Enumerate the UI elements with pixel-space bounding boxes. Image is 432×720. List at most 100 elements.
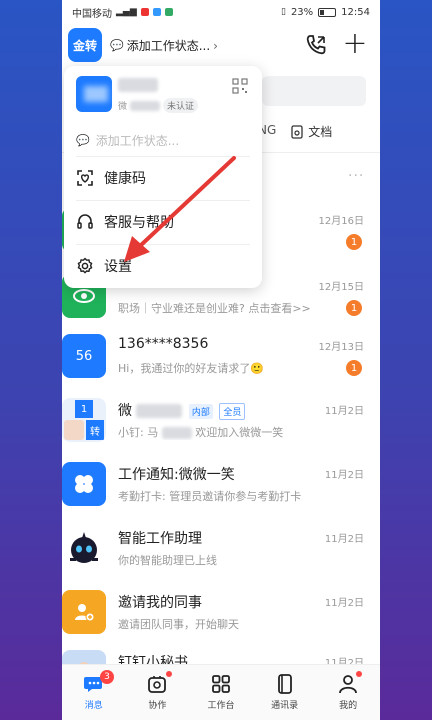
avatar <box>62 526 106 570</box>
add-status-link[interactable]: 💬 添加工作状态... › <box>110 37 218 54</box>
add-plus-icon[interactable]: + <box>342 29 368 59</box>
clock: 12:54 <box>341 6 370 18</box>
document-icon <box>291 124 303 139</box>
menu-settings[interactable]: 设置 <box>76 248 252 284</box>
status-placeholder: 添加工作状态... <box>95 134 180 148</box>
app-screen: 中国移动 ▂▄▆ ▯ 23% 12:54 金转 💬 添加工作状态... › + … <box>62 0 380 720</box>
chat-date: 12月13日 <box>318 342 364 353</box>
chat-bubble-icon: 💬 <box>110 39 124 52</box>
more-dots-icon[interactable]: ··· <box>348 168 364 184</box>
nav-label: 消息 <box>84 701 103 711</box>
avatar-cell: 1 <box>75 400 93 418</box>
add-status-label: 添加工作状态... <box>126 39 211 53</box>
chat-date: 11月2日 <box>324 534 364 545</box>
chat-date: 11月2日 <box>324 470 364 481</box>
chat-title: 工作通知:微微一笑 <box>118 467 235 483</box>
verify-badge: 未认证 <box>163 98 199 113</box>
redacted-text <box>161 427 192 439</box>
chat-item[interactable]: 邀请我的同事 邀请团队同事，开始聊天 11月2日 <box>62 582 380 646</box>
nav-dot <box>165 671 172 677</box>
nav-me[interactable]: 我的 <box>316 665 380 720</box>
chat-title: 邀请我的同事 <box>118 595 202 611</box>
top-bar: 金转 💬 添加工作状态... › + <box>62 28 380 64</box>
health-code-icon <box>77 170 93 186</box>
avatar: 56 <box>62 334 106 378</box>
account-popup: 微 未认证 💬 添加工作状态... 健康码 客服与帮助 设置 <box>64 66 262 288</box>
search-bar[interactable] <box>262 76 366 106</box>
shortcut-tabs: NG 文档 <box>258 123 332 140</box>
nav-badge: 3 <box>100 670 114 684</box>
menu-label: 客服与帮助 <box>104 215 174 231</box>
collaboration-icon <box>148 676 167 693</box>
tag-internal: 内部 <box>188 403 213 419</box>
nav-contacts[interactable]: 通讯录 <box>253 665 317 720</box>
avatar-cell <box>64 420 84 440</box>
robot-assistant-icon <box>70 532 98 563</box>
clover-icon <box>75 475 93 493</box>
nav-label: 工作台 <box>207 701 235 711</box>
app-icon <box>152 8 161 16</box>
nav-label: 我的 <box>339 701 358 711</box>
chat-subtitle: 考勤打卡: 管理员邀请你参与考勤打卡 <box>118 490 302 503</box>
status-bar: 中国移动 ▂▄▆ ▯ 23% 12:54 <box>62 0 380 24</box>
chat-subtitle: 邀请团队同事，开始聊天 <box>118 618 239 631</box>
chat-subtitle: 小钉: 马 欢迎加入微微一笑 <box>118 426 284 439</box>
app-icon <box>140 8 149 16</box>
redacted-name <box>118 78 158 92</box>
bottom-nav: 3 消息 协作 工作台 通讯录 我的 <box>62 664 380 720</box>
menu-health-code[interactable]: 健康码 <box>76 160 252 196</box>
carrier-label: 中国移动 <box>72 8 112 20</box>
chat-subtitle: 职场｜守业难还是创业难? 点击查看>> <box>118 302 311 315</box>
chat-date: 12月15日 <box>318 282 364 293</box>
chat-date: 11月2日 <box>324 406 364 417</box>
battery-percent: 23% <box>290 6 314 18</box>
group-avatar: 1 转 <box>62 398 106 442</box>
chat-item[interactable]: 56 136****8356 Hi，我通过你的好友请求了🙂 12月13日 1 <box>62 326 380 390</box>
chat-item[interactable]: 工作通知:微微一笑 考勤打卡: 管理员邀请你参与考勤打卡 11月2日 <box>62 454 380 518</box>
vibrate-icon: ▯ <box>280 7 286 17</box>
chevron-right-icon: › <box>213 38 218 53</box>
avatar-cell: 转 <box>86 420 104 440</box>
chat-item[interactable]: 智能工作助理 你的智能助理已上线 11月2日 <box>62 518 380 582</box>
chat-title: 智能工作助理 <box>118 531 202 547</box>
divider <box>76 200 250 201</box>
redacted-text <box>130 100 161 111</box>
divider <box>76 244 250 245</box>
chat-title: 136****8356 <box>118 336 209 352</box>
tab-documents-label: 文档 <box>308 125 333 139</box>
gear-icon <box>77 257 93 274</box>
unread-badge: 1 <box>346 300 362 316</box>
battery-icon <box>318 7 337 17</box>
signal-icon: ▂▄▆ <box>116 7 137 17</box>
avatar[interactable] <box>76 76 112 112</box>
add-status-item[interactable]: 💬 添加工作状态... <box>76 132 179 149</box>
app-icon <box>164 8 173 16</box>
person-icon <box>339 675 358 694</box>
nav-label: 通讯录 <box>271 701 299 711</box>
unread-badge: 1 <box>346 234 362 250</box>
avatar <box>62 590 106 634</box>
chat-date: 11月2日 <box>324 598 364 609</box>
headset-icon <box>77 214 93 229</box>
chat-item[interactable]: 1 转 微 内部 全员 小钉: 马 欢迎加入微微一笑 11月2日 <box>62 390 380 454</box>
menu-customer-service[interactable]: 客服与帮助 <box>76 204 252 240</box>
account-prefix: 微 <box>118 102 128 112</box>
grid-icon <box>212 675 230 693</box>
tag-all-staff: 全员 <box>219 402 246 420</box>
avatar <box>62 462 106 506</box>
unread-badge: 1 <box>346 360 362 376</box>
nav-dot <box>356 671 363 677</box>
menu-label: 健康码 <box>104 171 146 187</box>
phone-call-icon[interactable] <box>304 33 328 57</box>
chat-date: 12月16日 <box>318 216 364 227</box>
qr-code-icon[interactable] <box>232 78 248 94</box>
nav-collaboration[interactable]: 协作 <box>126 665 190 720</box>
chat-subtitle: Hi，我通过你的好友请求了🙂 <box>118 362 265 375</box>
menu-label: 设置 <box>104 259 132 275</box>
contacts-icon <box>277 674 292 694</box>
divider <box>76 156 250 157</box>
org-switch-button[interactable]: 金转 <box>68 28 102 62</box>
nav-workbench[interactable]: 工作台 <box>189 665 253 720</box>
tab-documents[interactable]: 文档 <box>290 123 332 140</box>
nav-messages[interactable]: 3 消息 <box>62 665 126 720</box>
